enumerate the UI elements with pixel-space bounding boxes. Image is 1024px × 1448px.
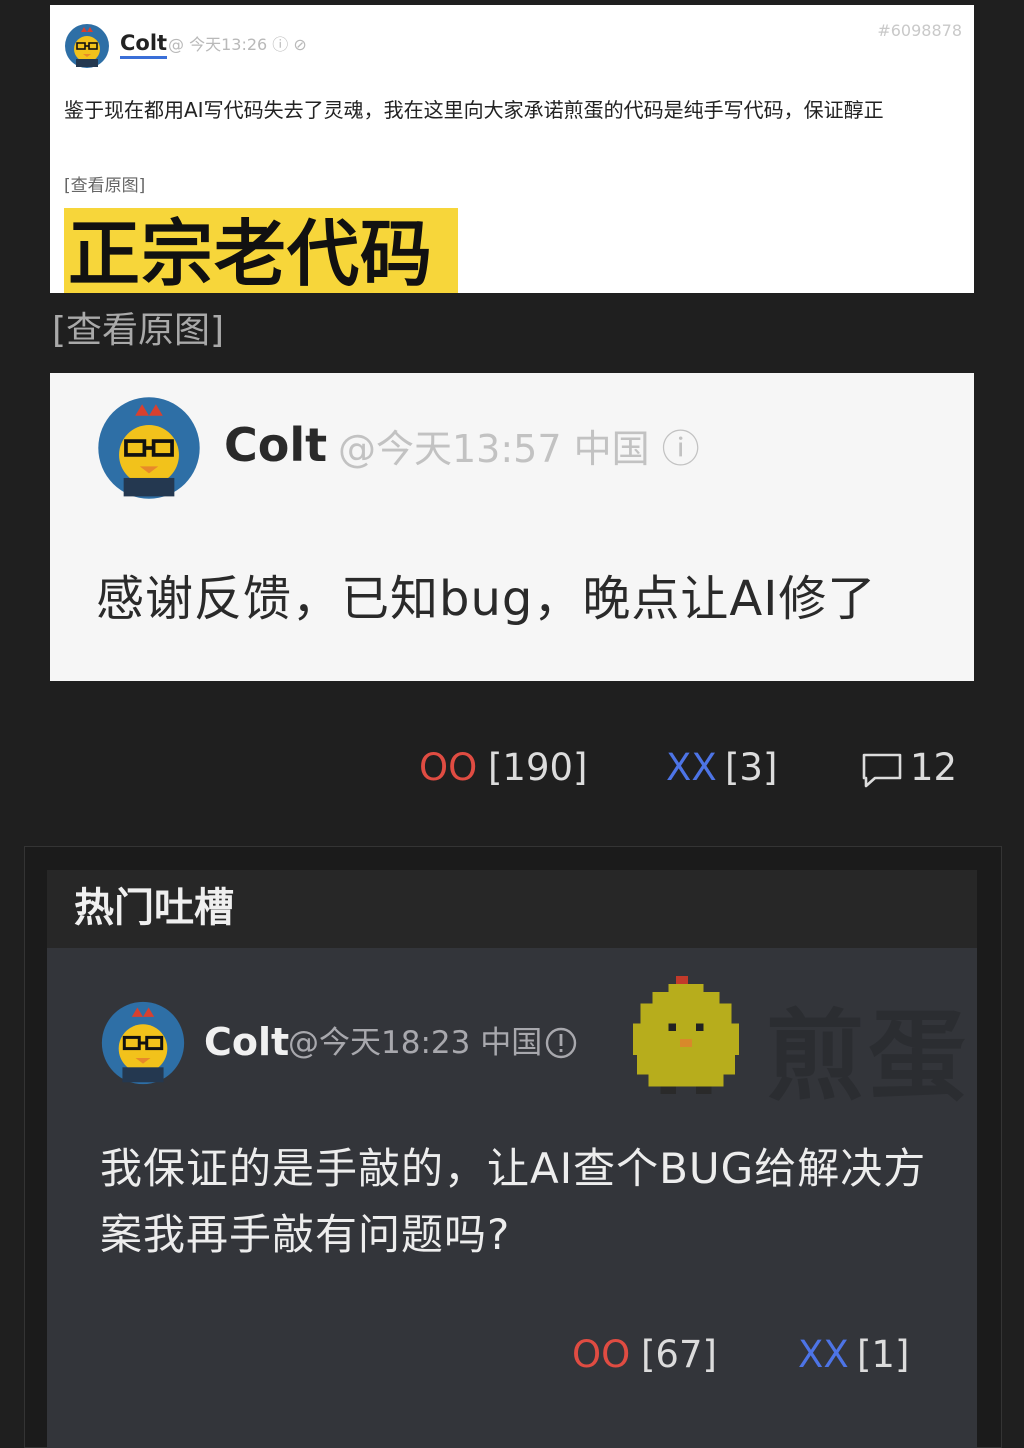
original-post-screenshot: Colt @ 今天13:26 ⓘ ⊘ #6098878 鉴于现在都用AI写代码失…: [50, 5, 974, 293]
avatar: [101, 1001, 185, 1085]
post-id: #6098878: [877, 21, 962, 40]
xx-count: [1]: [857, 1333, 910, 1376]
author-name[interactable]: Colt: [120, 31, 168, 59]
oo-vote-button[interactable]: OO: [419, 742, 477, 794]
post-meta: @ 今天13:26 ⓘ ⊘: [168, 35, 307, 54]
post-body: 鉴于现在都用AI写代码失去了灵魂，我在这里向大家承诺煎蛋的代码是纯手写代码，保证…: [64, 98, 884, 122]
chick-mascot-icon: [632, 976, 740, 1095]
hot-comments-title: 热门吐槽: [74, 885, 234, 931]
xx-vote-button[interactable]: XX: [798, 1330, 849, 1380]
view-original-link[interactable]: [查看原图]: [64, 171, 145, 196]
info-icon[interactable]: [544, 1026, 578, 1060]
comment-meta: @今天18:23 中国: [288, 1025, 543, 1061]
jandan-watermark: 煎蛋: [766, 1000, 971, 1114]
xx-count: [3]: [725, 746, 778, 789]
avatar: [98, 397, 200, 499]
banner-image: 正宗老代码: [64, 208, 458, 293]
author-name[interactable]: Colt: [224, 417, 327, 473]
reply-screenshot: Colt @今天13:57 中国 ⓘ 感谢反馈，已知bug，晚点让AI修了: [50, 373, 974, 681]
comment-text: 我保证的是手敲的，让AI查个BUG给解决方案我再手敲有问题吗?: [100, 1144, 927, 1259]
oo-count: [67]: [641, 1333, 717, 1376]
reply-body: 感谢反馈，已知bug，晚点让AI修了: [96, 571, 877, 627]
comment-bubble-icon[interactable]: [861, 752, 903, 790]
banner-text: 正宗老代码: [68, 212, 434, 293]
oo-vote-button[interactable]: OO: [572, 1330, 630, 1380]
xx-vote-button[interactable]: XX: [666, 742, 717, 794]
oo-count: [190]: [488, 746, 588, 789]
author-name[interactable]: Colt: [204, 1018, 289, 1066]
view-original-link[interactable]: [查看原图]: [52, 308, 224, 354]
comment-count[interactable]: 12: [910, 742, 957, 794]
reply-meta: @今天13:57 中国 ⓘ: [338, 427, 700, 471]
avatar: [65, 24, 109, 68]
